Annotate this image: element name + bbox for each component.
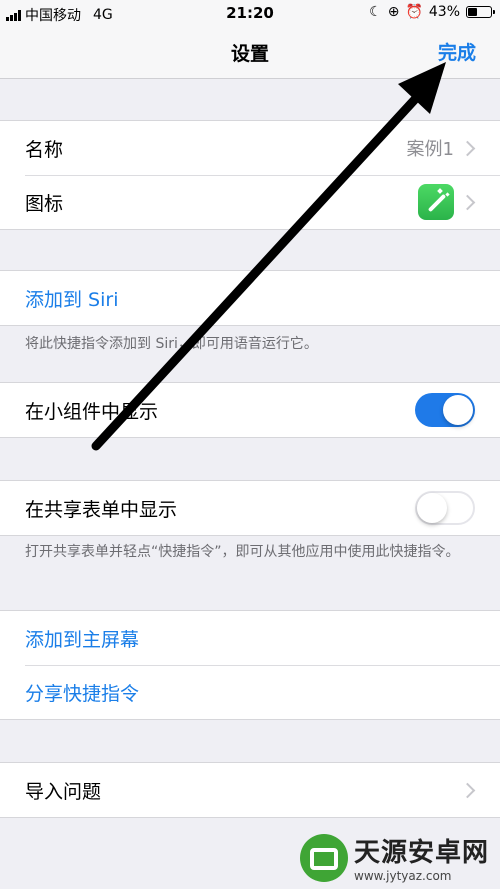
share-shortcut-button[interactable]: 分享快捷指令 (25, 679, 139, 706)
add-to-siri-row[interactable]: 添加到 Siri (0, 271, 500, 325)
chevron-right-icon (459, 194, 476, 210)
share-sheet-group: 在共享表单中显示 (0, 480, 500, 536)
chevron-right-icon (459, 140, 476, 156)
add-to-home-screen-button[interactable]: 添加到主屏幕 (25, 625, 139, 652)
share-row[interactable]: 分享快捷指令 (0, 665, 500, 719)
rotation-lock-icon: ⊕ (387, 4, 400, 20)
siri-group: 添加到 Siri (0, 270, 500, 326)
siri-note: 将此快捷指令添加到 Siri，即可用语音运行它。 (25, 336, 318, 352)
watermark-text: 天源安卓网 www.jytyaz.com (354, 832, 489, 883)
actions-group: 添加到主屏幕 分享快捷指令 (0, 610, 500, 720)
icon-row-right (418, 175, 476, 229)
add-home-row[interactable]: 添加到主屏幕 (0, 611, 500, 665)
widget-toggle[interactable] (415, 393, 475, 427)
nav-bar: 设置 完成 (0, 26, 500, 79)
page-title: 设置 (230, 43, 269, 65)
icon-label: 图标 (25, 192, 64, 215)
name-value: 案例1 (406, 139, 454, 160)
battery-fill (468, 8, 477, 16)
watermark-name: 天源安卓网 (354, 838, 490, 868)
share-sheet-row: 在共享表单中显示 (0, 481, 500, 535)
name-row-right: 案例1 (407, 121, 476, 175)
moon-icon: ☾ (369, 4, 382, 20)
share-sheet-label: 在共享表单中显示 (25, 498, 178, 521)
name-label: 名称 (25, 138, 64, 161)
battery-icon (466, 6, 495, 18)
name-row[interactable]: 名称 案例1 (0, 121, 500, 175)
share-sheet-note: 打开共享表单并轻点“快捷指令”，即可从其他应用中使用此快捷指令。 (25, 544, 460, 560)
widget-label: 在小组件中显示 (25, 400, 159, 423)
widget-row: 在小组件中显示 (0, 383, 500, 437)
alarm-icon: ⏰ (405, 4, 423, 20)
watermark-url: www.jytyaz.com (354, 869, 452, 883)
magic-wand-icon (418, 184, 454, 220)
share-sheet-toggle[interactable] (415, 491, 475, 525)
status-bar: 中国移动 4G 21:20 ☾ ⊕ ⏰ 43% (0, 0, 500, 26)
watermark-logo-icon (300, 833, 348, 882)
import-group: 导入问题 (0, 762, 500, 818)
import-questions-label: 导入问题 (25, 780, 102, 803)
chevron-right-icon (459, 782, 476, 798)
import-questions-row[interactable]: 导入问题 (0, 763, 500, 817)
status-right: ☾ ⊕ ⏰ 43% (369, 4, 495, 20)
shortcut-info-group: 名称 案例1 图标 (0, 120, 500, 230)
import-row-right (459, 763, 476, 817)
done-button[interactable]: 完成 (438, 38, 476, 65)
battery-percent: 43% (428, 4, 460, 20)
add-to-siri-button[interactable]: 添加到 Siri (25, 285, 118, 312)
widget-group: 在小组件中显示 (0, 382, 500, 438)
icon-row[interactable]: 图标 (0, 175, 500, 229)
watermark: 天源安卓网 www.jytyaz.com (300, 830, 495, 885)
